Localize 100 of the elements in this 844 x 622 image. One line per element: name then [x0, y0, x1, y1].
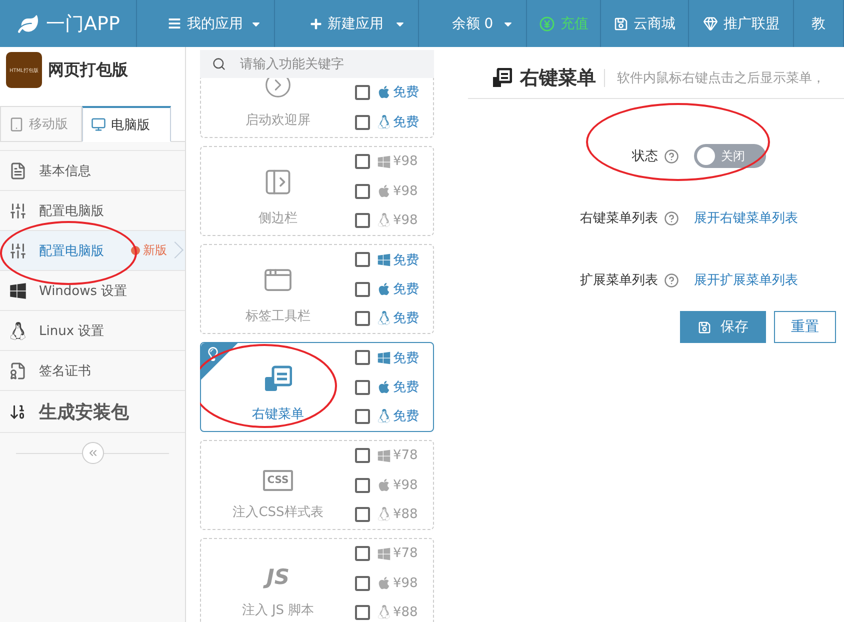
field-label: 右键菜单列表 [579, 210, 659, 227]
feature-name: 启动欢迎屏 [246, 112, 310, 129]
menu-icon [168, 17, 181, 30]
price-label: ¥98 [393, 184, 418, 198]
context-menu-icon [492, 68, 512, 88]
feature-name: 右键菜单 [252, 406, 304, 423]
context-menu-icon [264, 365, 292, 393]
apple-icon [377, 380, 391, 394]
apple-icon [377, 478, 391, 492]
checkbox[interactable] [355, 212, 370, 228]
save-icon [698, 320, 710, 334]
feature-card[interactable]: CSS 注入CSS样式表 ¥78 ¥98 ¥88 [200, 440, 434, 530]
nav-item[interactable]: 教 [794, 0, 844, 47]
sidebar-item[interactable]: Windows 设置 [0, 271, 185, 311]
feature-name: 标签工具栏 [246, 308, 310, 325]
price-label: 免费 [393, 114, 419, 131]
search-field[interactable]: 请输入功能关键字 [200, 50, 434, 78]
leaf-icon [18, 14, 38, 34]
penguin-icon [9, 322, 27, 340]
save-button[interactable]: 保存 [680, 311, 766, 343]
price-label: ¥78 [393, 448, 418, 464]
checkbox[interactable] [355, 604, 370, 620]
checkbox[interactable] [355, 546, 370, 562]
feature-name: 侧边栏 [258, 210, 298, 227]
checkbox[interactable] [355, 252, 370, 268]
help-icon[interactable] [664, 210, 679, 226]
sidebar-item[interactable]: 签名证书 [0, 351, 185, 391]
checkbox[interactable] [355, 310, 370, 326]
platform-tab[interactable]: 移动版 [0, 106, 82, 142]
checkbox[interactable] [355, 408, 370, 424]
price-label: ¥88 [393, 506, 418, 522]
windows-icon [9, 282, 27, 300]
feature-card[interactable]: 侧边栏 ¥98 ¥98 ¥98 [200, 146, 434, 236]
brand-name: 一门APP [46, 12, 120, 36]
price-label: ¥78 [393, 546, 418, 562]
price-label: 免费 [393, 379, 419, 396]
apple-icon [377, 576, 391, 590]
sidebar-item[interactable]: 基本信息 [0, 151, 185, 191]
checkbox[interactable] [355, 506, 370, 522]
monitor-icon [91, 117, 106, 132]
double-chevron-icon [86, 447, 98, 459]
help-icon[interactable] [664, 272, 679, 288]
feature-card[interactable]: 启动欢迎屏 免费 免费 [200, 78, 434, 138]
checkbox[interactable] [355, 114, 370, 130]
checkbox[interactable] [355, 84, 370, 100]
status-toggle[interactable]: 关闭 [694, 144, 766, 168]
css-badge-icon: CSS [263, 470, 293, 491]
price-label: ¥98 [393, 478, 418, 492]
checkbox[interactable] [355, 448, 370, 464]
nav-item[interactable]: 推广联盟 [689, 0, 794, 47]
circle-arrow-icon [263, 78, 293, 99]
windows-icon [377, 252, 391, 267]
feature-name: 注入 JS 脚本 [242, 602, 314, 619]
price-label: 免费 [393, 408, 419, 426]
sidebar-item[interactable]: 配置电脑版 新版 [0, 231, 185, 271]
penguin-icon [377, 507, 391, 522]
new-badge: 新版 [131, 242, 167, 259]
nav-item[interactable]: 新建应用 [275, 0, 419, 47]
price-label: 免费 [393, 281, 419, 298]
checkbox[interactable] [355, 184, 370, 198]
app-name: 网页打包版 [48, 60, 128, 80]
price-label: 免费 [393, 350, 419, 367]
search-icon [212, 57, 226, 71]
page-title: 右键菜单 [520, 66, 596, 90]
lightbulb-icon [206, 347, 220, 361]
checkbox[interactable] [355, 154, 370, 170]
penguin-icon [377, 213, 391, 228]
apple-icon [377, 184, 391, 198]
apple-icon [377, 282, 391, 296]
windows-icon [377, 448, 391, 463]
checkbox[interactable] [355, 350, 370, 366]
diamond-icon [702, 16, 718, 31]
yen-circle-icon [538, 16, 554, 32]
penguin-icon [377, 605, 391, 620]
sliders-icon [9, 242, 27, 260]
reset-button[interactable]: 重置 [774, 311, 836, 343]
feature-card[interactable]: 标签工具栏 免费 免费 免费 [200, 244, 434, 334]
price-label: 免费 [393, 252, 419, 269]
feature-card[interactable]: JS 注入 JS 脚本 ¥78 ¥98 ¥88 [200, 538, 434, 622]
checkbox[interactable] [355, 282, 370, 296]
windows-icon [377, 350, 391, 365]
price-label: 免费 [393, 84, 419, 101]
platform-tab[interactable]: 电脑版 [82, 106, 171, 142]
nav-item[interactable]: 云商城 [601, 0, 689, 47]
sidebar-item[interactable]: Linux 设置 [0, 311, 185, 351]
nav-item[interactable]: 余额 0 [419, 0, 527, 47]
expand-link[interactable]: 展开右键菜单列表 [694, 209, 844, 227]
plus-icon [310, 18, 322, 30]
feature-card[interactable]: 右键菜单 免费 免费 免费 [200, 342, 434, 432]
checkbox[interactable] [355, 478, 370, 492]
sidebar-panel-icon [263, 167, 293, 197]
sidebar-item[interactable]: 生成安装包 [0, 391, 185, 433]
field-label: 状态 [630, 148, 659, 165]
help-icon[interactable] [664, 148, 679, 164]
checkbox[interactable] [355, 576, 370, 590]
tablet-icon [9, 116, 24, 132]
expand-link[interactable]: 展开扩展菜单列表 [694, 271, 844, 289]
price-label: ¥98 [393, 154, 418, 170]
checkbox[interactable] [355, 380, 370, 394]
penguin-icon [377, 311, 391, 326]
